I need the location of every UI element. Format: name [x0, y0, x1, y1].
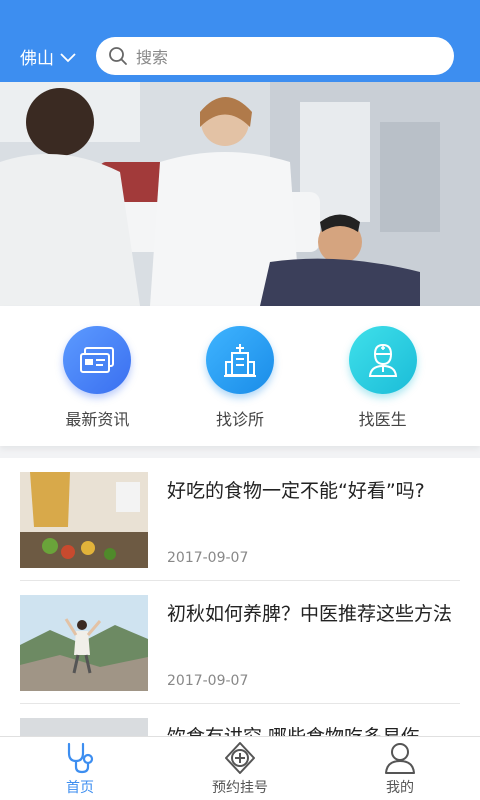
- chevron-down-icon: [60, 52, 76, 62]
- bottom-tab-bar: 首页 预约挂号 我的: [0, 736, 480, 800]
- quick-actions: 最新资讯 找诊所 找医生: [0, 306, 480, 446]
- tab-profile-label: 我的: [386, 780, 414, 796]
- city-label: 佛山: [20, 49, 54, 69]
- article-list: 好吃的食物一定不能“好看”吗? 2017-09-07 初秋如何养脾？中医推荐这些…: [0, 458, 480, 736]
- tab-home-label: 首页: [66, 780, 94, 796]
- search-input[interactable]: 搜索: [96, 37, 454, 75]
- article-title: 初秋如何养脾？中医推荐这些方法: [167, 603, 453, 625]
- tab-appointment[interactable]: 预约挂号: [160, 737, 320, 800]
- article-thumbnail: [20, 718, 148, 736]
- stethoscope-icon: [67, 742, 94, 774]
- news-card-icon: [63, 326, 132, 394]
- article-title: 好吃的食物一定不能“好看”吗?: [167, 480, 425, 502]
- tab-appointment-label: 预约挂号: [212, 780, 268, 796]
- article-thumbnail: [20, 595, 148, 691]
- banner-image[interactable]: [0, 82, 480, 306]
- search-icon: [109, 47, 127, 65]
- list-item[interactable]: 饮食有讲究 哪些食物吃多易伤: [20, 704, 460, 736]
- hospital-building-icon: [205, 326, 274, 394]
- user-profile-icon: [385, 743, 415, 774]
- article-date: 2017-09-07: [167, 673, 249, 689]
- shortcut-clinic-label: 找诊所: [215, 410, 264, 429]
- list-item[interactable]: 初秋如何养脾？中医推荐这些方法 2017-09-07: [20, 581, 460, 704]
- article-title: 饮食有讲究 哪些食物吃多易伤: [167, 722, 456, 736]
- search-placeholder: 搜索: [136, 48, 169, 67]
- tab-profile[interactable]: 我的: [320, 737, 480, 800]
- top-header: 佛山 搜索: [0, 0, 480, 82]
- article-date: 2017-09-07: [167, 550, 249, 566]
- shortcut-news[interactable]: 最新资讯: [37, 306, 157, 446]
- shortcut-news-label: 最新资讯: [65, 410, 130, 429]
- shortcut-clinic[interactable]: 找诊所: [180, 306, 300, 446]
- shortcut-doctor-label: 找医生: [358, 410, 407, 429]
- doctor-icon: [348, 326, 417, 394]
- shortcut-doctor[interactable]: 找医生: [323, 306, 443, 446]
- list-item[interactable]: 好吃的食物一定不能“好看”吗? 2017-09-07: [20, 458, 460, 581]
- article-thumbnail: [20, 472, 148, 568]
- banner-photo: [0, 82, 480, 306]
- city-selector[interactable]: 佛山: [20, 44, 76, 69]
- appointment-plus-icon: [225, 742, 255, 774]
- tab-home[interactable]: 首页: [0, 737, 160, 800]
